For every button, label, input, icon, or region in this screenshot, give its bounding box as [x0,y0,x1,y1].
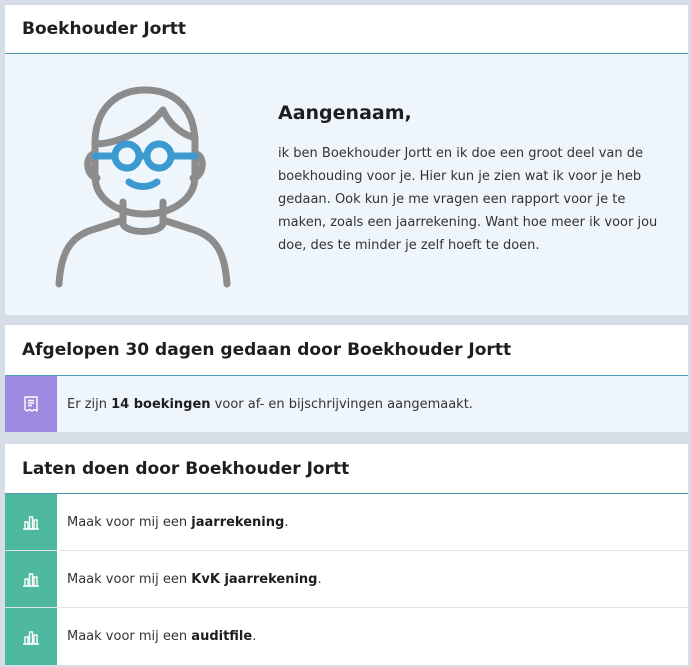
list-item-prefix: Er zijn [67,396,107,412]
bar-chart-icon [5,494,57,550]
list-item-suffix: voor af- en bijschrijvingen aangemaakt. [214,396,473,412]
page: Boekhouder Jortt Aangenaam, ik ben Boekh… [0,0,691,667]
list-item-text: Er zijn 14 boekingen voor af- en bijschr… [57,376,473,432]
action-label[interactable]: Maak voor mij een jaarrekening. [57,494,288,550]
receipt-icon [5,376,57,432]
action-suffix: . [252,629,257,644]
intro-paragraph: ik ben Boekhouder Jortt en ik doe een gr… [278,146,658,253]
action-label[interactable]: Maak voor mij een KvK jaarrekening. [57,551,322,607]
bar-chart-icon [5,608,57,665]
intro-card: Boekhouder Jortt Aangenaam, ik ben Boekh… [5,5,688,315]
done-card: Afgelopen 30 dagen gedaan door Boekhoude… [5,325,688,432]
action-label[interactable]: Maak voor mij een auditfile. [57,608,256,665]
action-emphasis: jaarrekening [191,514,285,530]
intro-card-title: Boekhouder Jortt [5,5,688,54]
bookkeeper-avatar-icon [55,86,231,288]
list-item-emphasis: 14 boekingen [111,396,211,412]
action-prefix: Maak voor mij een [67,629,188,644]
make-jaarrekening-button[interactable]: Maak voor mij een jaarrekening. [5,494,688,551]
action-suffix: . [317,571,322,587]
make-kvk-jaarrekening-button[interactable]: Maak voor mij een KvK jaarrekening. [5,551,688,608]
action-prefix: Maak voor mij een [67,571,188,587]
make-auditfile-button[interactable]: Maak voor mij een auditfile. [5,608,688,665]
done-card-title: Afgelopen 30 dagen gedaan door Boekhoude… [5,325,688,376]
action-emphasis: KvK jaarrekening [191,571,318,587]
greeting-heading: Aangenaam, [278,102,412,124]
action-prefix: Maak voor mij een [67,514,188,530]
action-emphasis: auditfile [191,629,253,644]
bar-chart-icon [5,551,57,607]
intro-text: Aangenaam, ik ben Boekhouder Jortt en ik… [278,102,663,257]
action-suffix: . [284,514,289,530]
todo-card-title: Laten doen door Boekhouder Jortt [5,444,688,494]
list-item: Er zijn 14 boekingen voor af- en bijschr… [5,376,688,432]
todo-card: Laten doen door Boekhouder Jortt Maak vo… [5,444,688,665]
intro-body: Aangenaam, ik ben Boekhouder Jortt en ik… [5,54,688,315]
